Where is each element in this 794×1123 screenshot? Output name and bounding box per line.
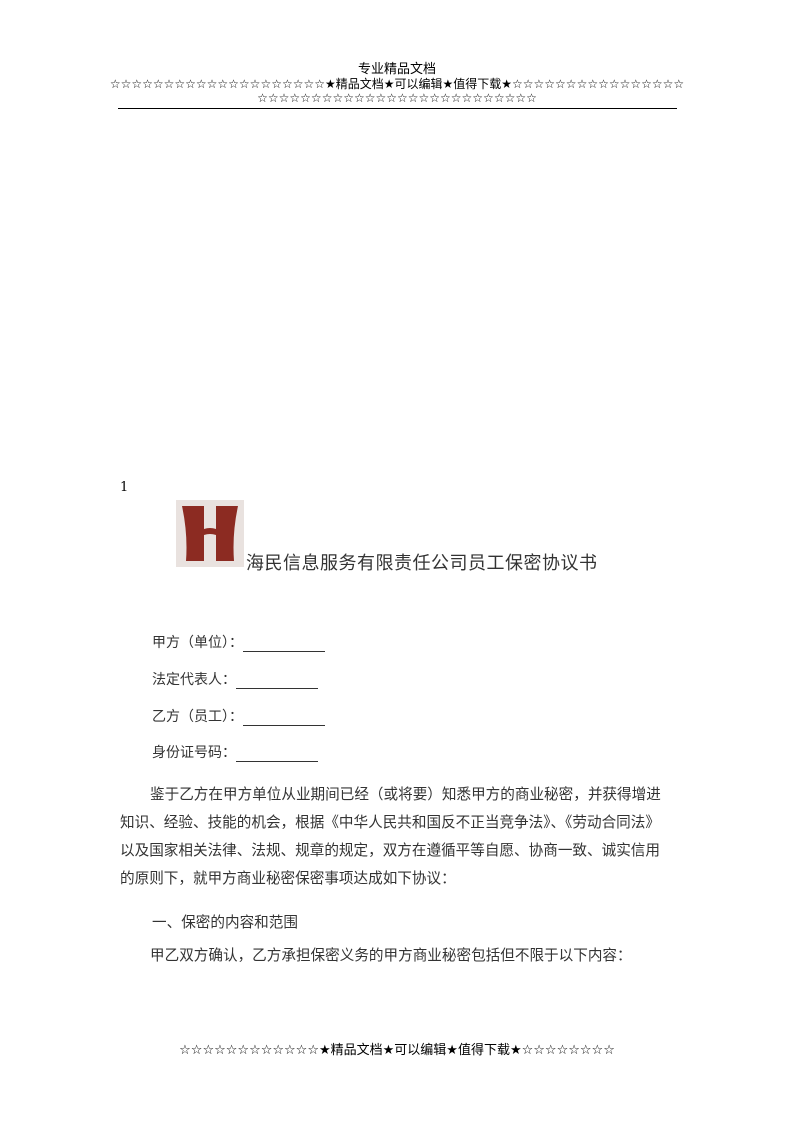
header-stars-line-2: ☆☆☆☆☆☆☆☆☆☆☆☆☆☆☆☆☆☆☆☆☆☆☆☆☆☆ — [257, 91, 537, 105]
blank-line — [236, 747, 318, 762]
field-label: 身份证号码： — [152, 745, 236, 761]
page-number: 1 — [120, 480, 129, 495]
blank-line — [236, 674, 318, 689]
field-label: 乙方（员工）： — [152, 709, 243, 725]
header-stars-line-1: ☆☆☆☆☆☆☆☆☆☆☆☆☆☆☆☆☆☆☆☆★精品文档★可以编辑★值得下载★☆☆☆☆… — [109, 77, 685, 91]
field-legal-representative: 法定代表人： — [152, 669, 318, 689]
section-heading: 一、保密的内容和范围 — [152, 914, 298, 931]
blank-line — [243, 711, 325, 726]
section-paragraph: 甲乙双方确认，乙方承担保密义务的甲方商业秘密包括但不限于以下内容： — [150, 947, 632, 964]
blank-line — [243, 637, 325, 652]
field-party-b: 乙方（员工）： — [152, 706, 325, 726]
document-title: 海民信息服务有限责任公司员工保密协议书 — [246, 553, 598, 574]
header-divider — [118, 108, 677, 109]
field-id-number: 身份证号码： — [152, 742, 318, 762]
field-label: 甲方（单位）： — [152, 635, 243, 651]
footer-stars: ☆☆☆☆☆☆☆☆☆☆☆☆★精品文档★可以编辑★值得下载★☆☆☆☆☆☆☆☆ — [179, 1043, 615, 1058]
field-party-a: 甲方（单位）： — [152, 632, 325, 652]
company-logo-h-icon — [176, 500, 244, 567]
intro-paragraph: 鉴于乙方在甲方单位从业期间已经（或将要）知悉甲方的商业秘密，并获得增进知识、经验… — [120, 786, 661, 887]
field-label: 法定代表人： — [152, 672, 236, 688]
